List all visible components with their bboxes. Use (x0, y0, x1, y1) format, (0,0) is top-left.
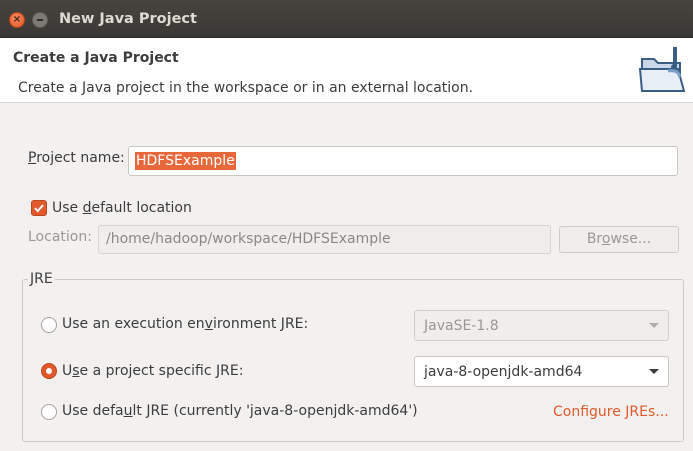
execution-environment-label[interactable]: Use an execution environment JRE: (62, 316, 308, 332)
wizard-description: Create a Java project in the workspace o… (18, 80, 474, 96)
window-title: New Java Project (59, 11, 197, 27)
new-java-project-banner-icon (628, 41, 692, 101)
execution-environment-select-value: JavaSE-1.8 (424, 317, 499, 334)
close-icon: × (12, 14, 22, 25)
browse-button[interactable]: Browse... (559, 226, 679, 253)
default-jre-label[interactable]: Use default JRE (currently 'java-8-openj… (62, 403, 418, 419)
project-name-value: HDFSExample (135, 152, 236, 170)
configure-jres-link[interactable]: Configure JREs... (553, 404, 669, 420)
execution-environment-select[interactable]: JavaSE-1.8 (414, 310, 669, 341)
location-input[interactable]: /home/hadoop/workspace/HDFSExample (98, 225, 551, 254)
project-name-label: Project name: (28, 150, 125, 166)
location-label: Location: (28, 229, 92, 245)
wizard-title: Create a Java Project (13, 50, 179, 66)
header-separator (0, 102, 693, 103)
chevron-down-icon (649, 323, 659, 328)
default-jre-radio[interactable] (41, 404, 57, 420)
use-default-location-label[interactable]: Use default location (52, 200, 192, 216)
window-close-button[interactable]: × (9, 12, 25, 28)
execution-environment-radio[interactable] (41, 317, 57, 333)
project-specific-jre-select-value: java-8-openjdk-amd64 (424, 363, 583, 380)
project-specific-jre-label[interactable]: Use a project specific JRE: (62, 363, 243, 379)
project-specific-jre-select[interactable]: java-8-openjdk-amd64 (414, 356, 669, 387)
project-specific-jre-radio[interactable] (41, 363, 57, 379)
use-default-location-checkbox[interactable] (31, 200, 47, 216)
checkmark-icon (34, 204, 44, 213)
chevron-down-icon (649, 369, 659, 374)
window-minimize-button[interactable] (32, 12, 48, 28)
jre-group-title: JRE (28, 271, 55, 287)
